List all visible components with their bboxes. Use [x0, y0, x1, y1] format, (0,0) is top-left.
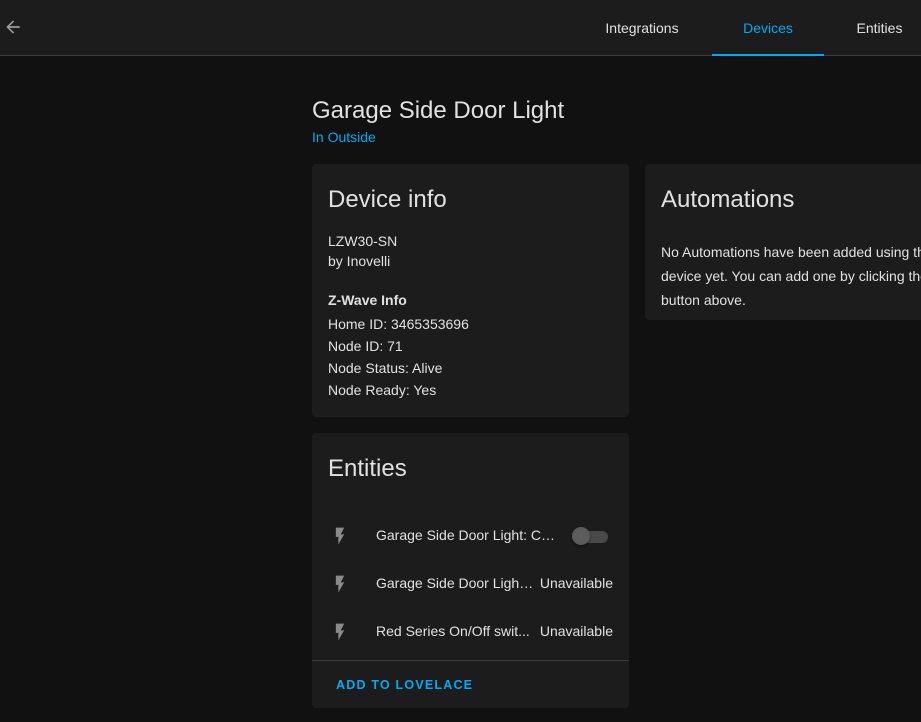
back-button[interactable]	[2, 16, 24, 38]
entity-toggle[interactable]	[572, 527, 608, 545]
tab-label: Entities	[856, 19, 903, 36]
entity-name: Garage Side Door Light: Cur...	[376, 527, 562, 543]
entity-row[interactable]: Red Series On/Off swit... Unavailable	[312, 608, 629, 656]
entity-name: Garage Side Door Light:...	[376, 575, 536, 591]
device-name: Garage Side Door Light	[312, 97, 565, 124]
add-to-lovelace-button[interactable]: ADD TO LOVELACE	[328, 673, 481, 697]
area-link[interactable]: In Outside	[312, 129, 376, 145]
card-title: Device info	[328, 186, 447, 213]
node-ready: Node Ready: Yes	[328, 382, 437, 398]
tab-integrations[interactable]: Integrations	[593, 0, 691, 55]
toggle-thumb	[572, 527, 590, 545]
card-title: Automations	[661, 186, 795, 213]
tab-label: Integrations	[605, 19, 679, 36]
node-status: Node Status: Alive	[328, 360, 443, 376]
zwave-info-heading: Z-Wave Info	[328, 292, 407, 308]
active-tab-indicator	[712, 54, 824, 56]
device-info-card: Device info LZW30-SN by Inovelli Z-Wave …	[312, 164, 629, 417]
arrow-left-icon	[6, 20, 20, 34]
entity-state: Unavailable	[539, 575, 613, 591]
node-id: Node ID: 71	[328, 338, 403, 354]
tab-entities[interactable]: Entities	[842, 0, 917, 55]
tab-label: Devices	[743, 19, 793, 36]
flash-icon	[335, 527, 345, 545]
tab-devices[interactable]: Devices	[712, 0, 824, 56]
card-divider	[312, 660, 629, 661]
device-model: LZW30-SN	[328, 233, 398, 249]
home-id: Home ID: 3465353696	[328, 316, 469, 332]
entity-state: Unavailable	[539, 623, 613, 639]
flash-icon	[335, 575, 345, 593]
automations-empty-text: No Automations have been added using thi…	[661, 244, 921, 308]
entity-row[interactable]: Garage Side Door Light:... Unavailable	[312, 560, 629, 608]
flash-icon	[335, 623, 345, 641]
device-manufacturer: by Inovelli	[328, 253, 391, 269]
top-app-bar: Integrations Devices Entities	[0, 0, 921, 56]
entity-name: Red Series On/Off swit...	[376, 623, 530, 639]
entity-row[interactable]: Garage Side Door Light: Cur...	[312, 512, 629, 560]
card-title: Entities	[328, 455, 407, 482]
entities-card: Entities Garage Side Door Light: Cur... …	[312, 433, 629, 708]
automations-card: Automations No Automations have been add…	[645, 164, 921, 320]
